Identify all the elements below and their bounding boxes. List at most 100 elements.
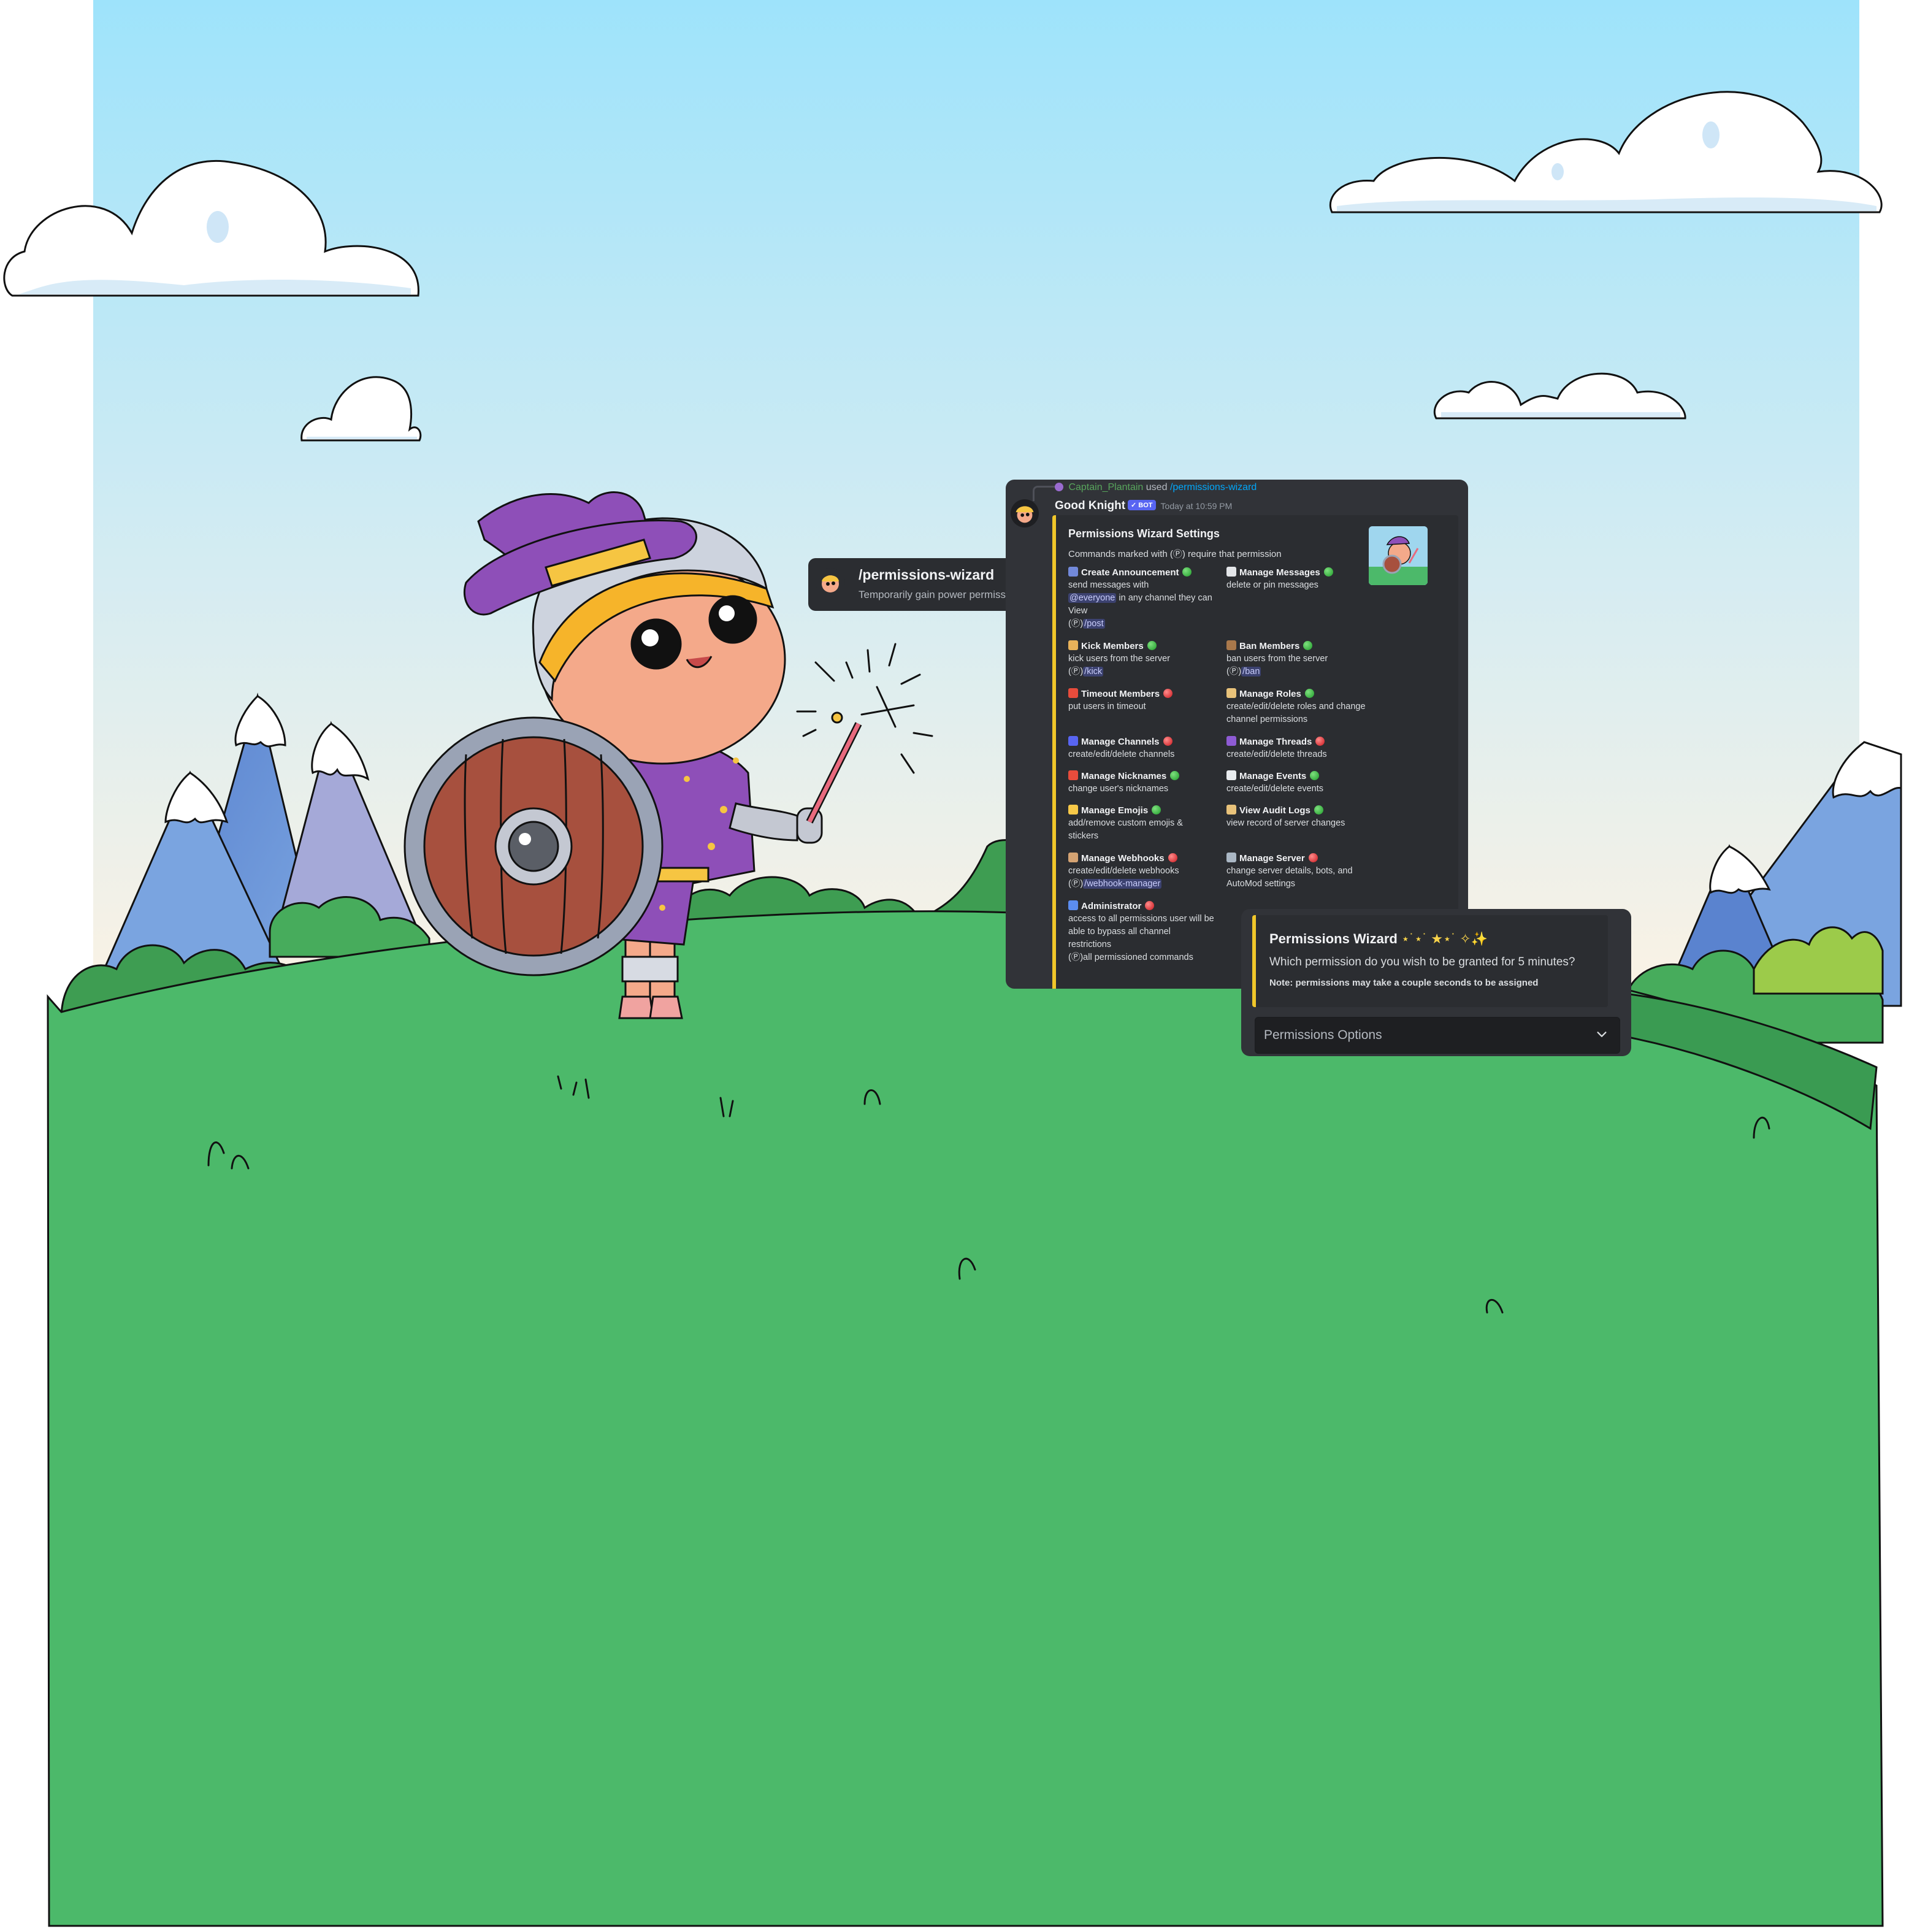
permission-field: Manage Webhooks create/edit/delete webhoo…	[1068, 853, 1215, 891]
permission-field: Ban Members ban users from the server (Ⓟ) /…	[1226, 640, 1374, 678]
description-text: send messages with	[1068, 580, 1149, 590]
permission-description: access to all permissions user will be a…	[1068, 913, 1215, 964]
permission-field: Kick Members kick users from the server (Ⓟ…	[1068, 640, 1215, 678]
status-green-icon	[1170, 771, 1180, 780]
permission-name: Manage Webhooks	[1068, 853, 1215, 865]
permission-label: Kick Members	[1081, 641, 1144, 651]
embed-thumbnail[interactable]	[1369, 526, 1428, 585]
permission-description: send messages with @everyone in any chann…	[1068, 579, 1215, 631]
permission-label: Manage Events	[1239, 771, 1307, 781]
permission-description: create/edit/delete threads	[1226, 748, 1374, 761]
scroll-icon	[1226, 688, 1236, 698]
permission-name: View Audit Logs	[1226, 805, 1374, 817]
bot-avatar-icon	[816, 568, 845, 597]
hammer-icon	[1226, 640, 1236, 650]
hash-icon	[1068, 736, 1078, 746]
used-command[interactable]: /permissions-wizard	[1170, 482, 1257, 493]
permission-description: put users in timeout	[1068, 700, 1215, 713]
permissions-options-select[interactable]: Permissions Options	[1255, 1017, 1620, 1054]
permission-name: Manage Nicknames	[1068, 770, 1215, 783]
megaphone-icon	[1068, 567, 1078, 577]
description-text: create/edit/delete roles and change chan…	[1226, 702, 1366, 724]
message-timestamp[interactable]: Today at 10:59 PM	[1161, 501, 1233, 511]
status-green-icon	[1152, 805, 1161, 815]
permission-name: Ban Members	[1226, 640, 1374, 653]
permission-name: Manage Emojis	[1068, 805, 1215, 817]
message-header: Good Knight ✓ BOT Today at 10:59 PM	[1055, 499, 1232, 513]
boot-icon	[1068, 640, 1078, 650]
permission-name: Manage Roles	[1226, 688, 1374, 700]
hook-icon	[1068, 853, 1078, 862]
status-green-icon	[1310, 771, 1320, 780]
wizard-title: Permissions Wizard	[1269, 931, 1398, 946]
sparkles-icon: ⋆˙⋆˙ ★⋆˙ ✧✨	[1401, 931, 1488, 946]
permission-field: Create Announcement send messages with @ev…	[1068, 567, 1215, 631]
wizard-title-line: Permissions Wizard ⋆˙⋆˙ ★⋆˙ ✧✨	[1269, 931, 1488, 947]
description-text: create/edit/delete threads	[1226, 749, 1327, 759]
description-text: change server details, bots, and AutoMod…	[1226, 866, 1353, 889]
permission-field: Manage Emojis add/remove custom emojis & …	[1068, 805, 1215, 843]
permission-label: Manage Webhooks	[1081, 853, 1165, 864]
status-green-icon	[1182, 567, 1192, 577]
calendar-icon	[1226, 770, 1236, 780]
permission-name: Kick Members	[1068, 640, 1215, 653]
description-text: (Ⓟ)all permissioned commands	[1068, 953, 1193, 962]
status-red-icon	[1163, 737, 1173, 746]
slash-command-chip[interactable]: /webhook-manager	[1083, 879, 1162, 889]
bot-tag: ✓ BOT	[1128, 500, 1156, 510]
bot-avatar-icon[interactable]	[1011, 499, 1039, 527]
wizard-question: Which permission do you wish to be grant…	[1269, 956, 1575, 968]
permission-description: ban users from the server (Ⓟ)/ban	[1226, 653, 1374, 678]
slash-command-chip[interactable]: /ban	[1241, 667, 1261, 677]
permission-description: kick users from the server (Ⓟ)/kick	[1068, 653, 1215, 678]
permission-label: Manage Nicknames	[1081, 771, 1167, 781]
permission-field: Manage Server change server details, bots…	[1226, 853, 1374, 891]
permission-label: Manage Emojis	[1081, 805, 1149, 816]
scroll-log-icon	[1226, 805, 1236, 815]
description-text: access to all permissions user will be a…	[1068, 914, 1214, 949]
description-text: create/edit/delete channels	[1068, 749, 1175, 759]
user-avatar-icon	[1055, 483, 1063, 491]
permission-description: create/edit/delete roles and change chan…	[1226, 700, 1374, 726]
permission-field: Manage Threads create/edit/delete threads	[1226, 736, 1374, 761]
permission-field: Administrator access to all permissions u…	[1068, 900, 1215, 964]
embed-description: Commands marked with (Ⓟ) require that pe…	[1068, 549, 1282, 559]
description-text: ban users from the server	[1226, 654, 1328, 664]
permission-field: View Audit Logs view record of server cha…	[1226, 805, 1374, 830]
permission-label: Timeout Members	[1081, 689, 1160, 699]
author-name[interactable]: Good Knight	[1055, 499, 1125, 512]
status-green-icon	[1304, 689, 1314, 698]
permission-name: Manage Server	[1226, 853, 1374, 865]
invoking-user[interactable]: Captain_Plantain	[1068, 482, 1143, 493]
mention[interactable]: @everyone	[1068, 593, 1117, 603]
permission-description: add/remove custom emojis & stickers	[1068, 817, 1215, 843]
slash-command-chip[interactable]: /post	[1083, 619, 1105, 629]
status-green-icon	[1314, 805, 1323, 815]
status-green-icon	[1323, 567, 1333, 577]
permission-label: Manage Roles	[1239, 689, 1301, 699]
permission-field: Manage Roles create/edit/delete roles and…	[1226, 688, 1374, 726]
status-red-icon	[1145, 901, 1155, 910]
status-green-icon	[1303, 641, 1313, 650]
status-red-icon	[1163, 689, 1173, 698]
permission-name: Administrator	[1068, 900, 1215, 913]
description-text: (Ⓟ)	[1226, 667, 1242, 677]
description-text: (Ⓟ)	[1068, 667, 1084, 677]
description-text: delete or pin messages	[1226, 580, 1318, 590]
permission-field: Manage Channels create/edit/delete channe…	[1068, 736, 1215, 761]
permission-label: Ban Members	[1239, 641, 1300, 651]
permission-field: Manage Messages delete or pin messages	[1226, 567, 1374, 592]
bank-icon	[1226, 853, 1236, 862]
permission-description: view record of server changes	[1226, 817, 1374, 830]
shield-icon	[1068, 900, 1078, 910]
used-text: used	[1146, 482, 1168, 493]
spool-icon	[1226, 736, 1236, 746]
permission-name: Create Announcement	[1068, 567, 1215, 579]
status-red-icon	[1308, 853, 1318, 862]
slash-command-chip[interactable]: /kick	[1083, 667, 1104, 677]
command-description: Temporarily gain power permissions	[859, 589, 1025, 600]
description-text: kick users from the server	[1068, 654, 1170, 664]
permission-label: Manage Server	[1239, 853, 1305, 864]
name-badge-icon	[1068, 770, 1078, 780]
description-text: (Ⓟ)	[1068, 619, 1084, 629]
